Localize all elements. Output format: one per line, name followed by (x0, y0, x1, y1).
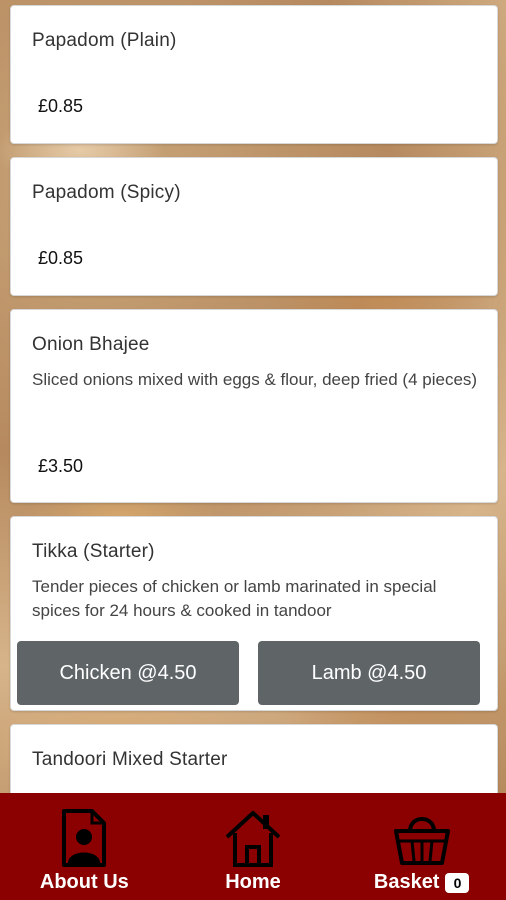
basket-count-badge: 0 (445, 872, 470, 893)
item-title: Papadom (Plain) (32, 30, 177, 51)
menu-item-papadom-plain[interactable]: Papadom (Plain) £0.85 (10, 5, 498, 144)
basket-label: Basket 0 (374, 871, 470, 894)
item-title: Tandoori Mixed Starter (32, 749, 228, 770)
item-title: Onion Bhajee (32, 334, 150, 355)
lamb-option-button[interactable]: Lamb @4.50 (258, 641, 480, 705)
about-us-label: About Us (39, 871, 129, 893)
home-icon (225, 811, 281, 867)
item-description: Tender pieces of chicken or lamb marinat… (32, 577, 437, 620)
nav-home[interactable]: Home (169, 793, 338, 900)
item-price: £0.85 (38, 96, 84, 116)
basket-icon (393, 817, 450, 865)
bottom-nav-bar: About Us Home Basket 0 (0, 793, 506, 900)
menu-item-onion-bhajee[interactable]: Onion Bhajee Sliced onions mixed with eg… (10, 309, 498, 503)
menu-item-papadom-spicy[interactable]: Papadom (Spicy) £0.85 (10, 157, 498, 296)
menu-item-tikka-starter: Tikka (Starter) Tender pieces of chicken… (10, 516, 498, 711)
chicken-option-button[interactable]: Chicken @4.50 (17, 641, 239, 705)
nav-basket[interactable]: Basket 0 (337, 793, 506, 900)
item-price: £0.85 (38, 248, 84, 268)
item-description: Sliced onions mixed with eggs & flour, d… (32, 370, 478, 389)
basket-text: Basket (373, 871, 440, 893)
home-label: Home (225, 871, 281, 893)
item-title: Tikka (Starter) (32, 541, 155, 562)
nav-about-us[interactable]: About Us (0, 793, 169, 900)
contact-card-icon (62, 809, 107, 867)
item-price: £3.50 (38, 456, 84, 476)
item-title: Papadom (Spicy) (32, 182, 181, 203)
